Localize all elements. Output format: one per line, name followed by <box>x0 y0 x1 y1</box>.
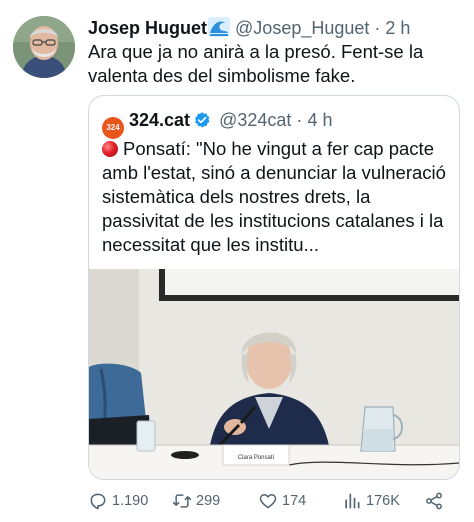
views-icon <box>345 493 360 509</box>
like-icon <box>259 494 277 509</box>
reply-icon <box>90 493 106 510</box>
reply-count: 1.190 <box>112 493 149 509</box>
share-icon <box>426 492 442 510</box>
reply-button[interactable]: 1.190 <box>88 489 148 513</box>
quoted-tweet[interactable]: 324 324.cat @324cat · 4 h Ponsatí: "No he… <box>88 95 460 480</box>
author-avatar[interactable] <box>13 16 75 78</box>
views-count: 176K <box>366 493 400 509</box>
water-wave-icon <box>208 17 231 37</box>
like-count: 174 <box>282 493 307 509</box>
quoted-text-content: Ponsatí: "No he vingut a fer cap pacte a… <box>102 138 446 255</box>
quoted-author-handle: @324cat <box>219 110 292 130</box>
red-circle-icon <box>102 141 118 157</box>
quoted-time: 4 h <box>307 110 333 130</box>
retweet-count: 299 <box>196 493 221 509</box>
quoted-author-name: 324.cat <box>129 110 191 130</box>
quoted-separator: · <box>296 110 303 130</box>
quoted-avatar: 324 <box>102 117 124 139</box>
like-button[interactable]: 174 <box>258 489 306 513</box>
quoted-header: 324 324.cat @324cat · 4 h <box>102 108 333 139</box>
tweet-text: Ara que ja no anirà a la presó. Fent-se … <box>88 41 424 86</box>
action-bar: 1.190 299 174 176K <box>88 489 460 513</box>
quoted-photo[interactable]: Clara Ponsatí <box>89 269 459 480</box>
tweet-time[interactable]: 2 h <box>385 18 410 38</box>
retweet-button[interactable]: 299 <box>172 489 220 513</box>
verified-icon <box>193 111 211 129</box>
nameplate-text: Clara Ponsatí <box>238 455 275 461</box>
header-separator: · <box>374 18 381 38</box>
author-name[interactable]: Josep Huguet <box>88 18 207 38</box>
tweet-header: Josep Huguet @Josep_Huguet · 2 h <box>88 17 410 39</box>
retweet-icon <box>172 494 192 508</box>
share-button[interactable] <box>424 489 448 513</box>
quoted-text: Ponsatí: "No he vingut a fer cap pacte a… <box>102 137 447 257</box>
views-button[interactable]: 176K <box>342 489 400 513</box>
avatar-image <box>13 16 75 78</box>
author-handle[interactable]: @Josep_Huguet <box>235 18 369 38</box>
